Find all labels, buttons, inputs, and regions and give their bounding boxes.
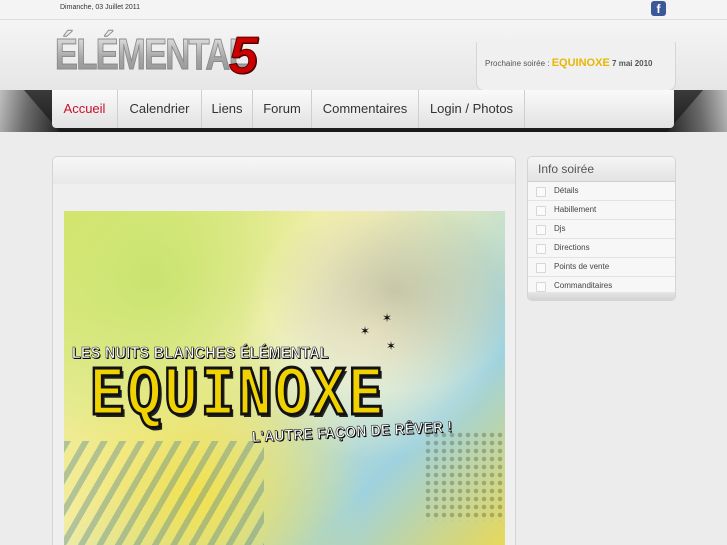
next-event-line: Prochaine soirée : EQUINOXE 7 mai 2010: [485, 57, 653, 69]
current-date: Dimanche, 03 Juillet 2011: [60, 4, 141, 11]
site-header: ÉLÉMENTAL 5 Prochaine soirée : EQUINOXE …: [0, 20, 727, 91]
star-icon: ✶: [360, 324, 371, 338]
bullet-icon: [536, 244, 546, 254]
site-logo[interactable]: ÉLÉMENTAL 5: [55, 30, 303, 90]
sidebar-item-label: Détails: [554, 186, 579, 195]
nav-liens[interactable]: Liens: [202, 90, 253, 128]
sidebar-item-points-de-vente[interactable]: Points de vente: [528, 258, 675, 277]
sidebar-item-details[interactable]: Détails: [528, 182, 675, 201]
sidebar-title: Info soirée: [528, 157, 675, 182]
logo-text: ÉLÉMENTAL: [55, 30, 250, 80]
next-event-name[interactable]: EQUINOXE: [552, 57, 610, 69]
nav-commentaires[interactable]: Commentaires: [312, 90, 419, 128]
main-nav: Accueil Calendrier Liens Forum Commentai…: [52, 90, 674, 128]
star-icon: ✶: [382, 311, 393, 325]
bullet-icon: [536, 206, 546, 216]
event-poster[interactable]: ✶ ✶ ✶ LES NUITS BLANCHES ÉLÉMENTAL EQUIN…: [64, 211, 505, 545]
poster-stripes: [64, 441, 264, 545]
next-event-date: 7 mai 2010: [612, 59, 653, 68]
facebook-icon[interactable]: f: [651, 1, 666, 16]
next-event-label: Prochaine soirée :: [485, 59, 550, 68]
top-bar: Dimanche, 03 Juillet 2011 f: [0, 0, 727, 20]
sidebar-item-habillement[interactable]: Habillement: [528, 201, 675, 220]
nav-login-photos[interactable]: Login / Photos: [419, 90, 525, 128]
sidebar-item-label: Directions: [554, 243, 590, 252]
logo-number: 5: [229, 27, 259, 85]
sidebar-item-label: Djs: [554, 224, 566, 233]
sidebar-item-label: Commanditaires: [554, 281, 613, 290]
nav-forum[interactable]: Forum: [253, 90, 312, 128]
content-header: [52, 156, 516, 185]
bullet-icon: [536, 263, 546, 273]
bullet-icon: [536, 282, 546, 292]
info-soiree-panel: Info soirée Détails Habillement Djs Dire…: [527, 156, 676, 301]
nav-wing-right: [667, 90, 727, 132]
bullet-icon: [536, 187, 546, 197]
nav-wing-left: [0, 90, 60, 132]
next-event-box: Prochaine soirée : EQUINOXE 7 mai 2010: [476, 42, 676, 91]
sidebar-item-directions[interactable]: Directions: [528, 239, 675, 258]
star-icon: ✶: [386, 339, 397, 353]
poster-halftone: [424, 431, 505, 521]
nav-calendrier[interactable]: Calendrier: [118, 90, 202, 128]
sidebar-footer: [528, 292, 675, 300]
sidebar-item-label: Habillement: [554, 205, 597, 214]
sidebar-item-djs[interactable]: Djs: [528, 220, 675, 239]
nav-accueil[interactable]: Accueil: [52, 90, 118, 128]
bullet-icon: [536, 225, 546, 235]
sidebar-item-label: Points de vente: [554, 262, 610, 271]
